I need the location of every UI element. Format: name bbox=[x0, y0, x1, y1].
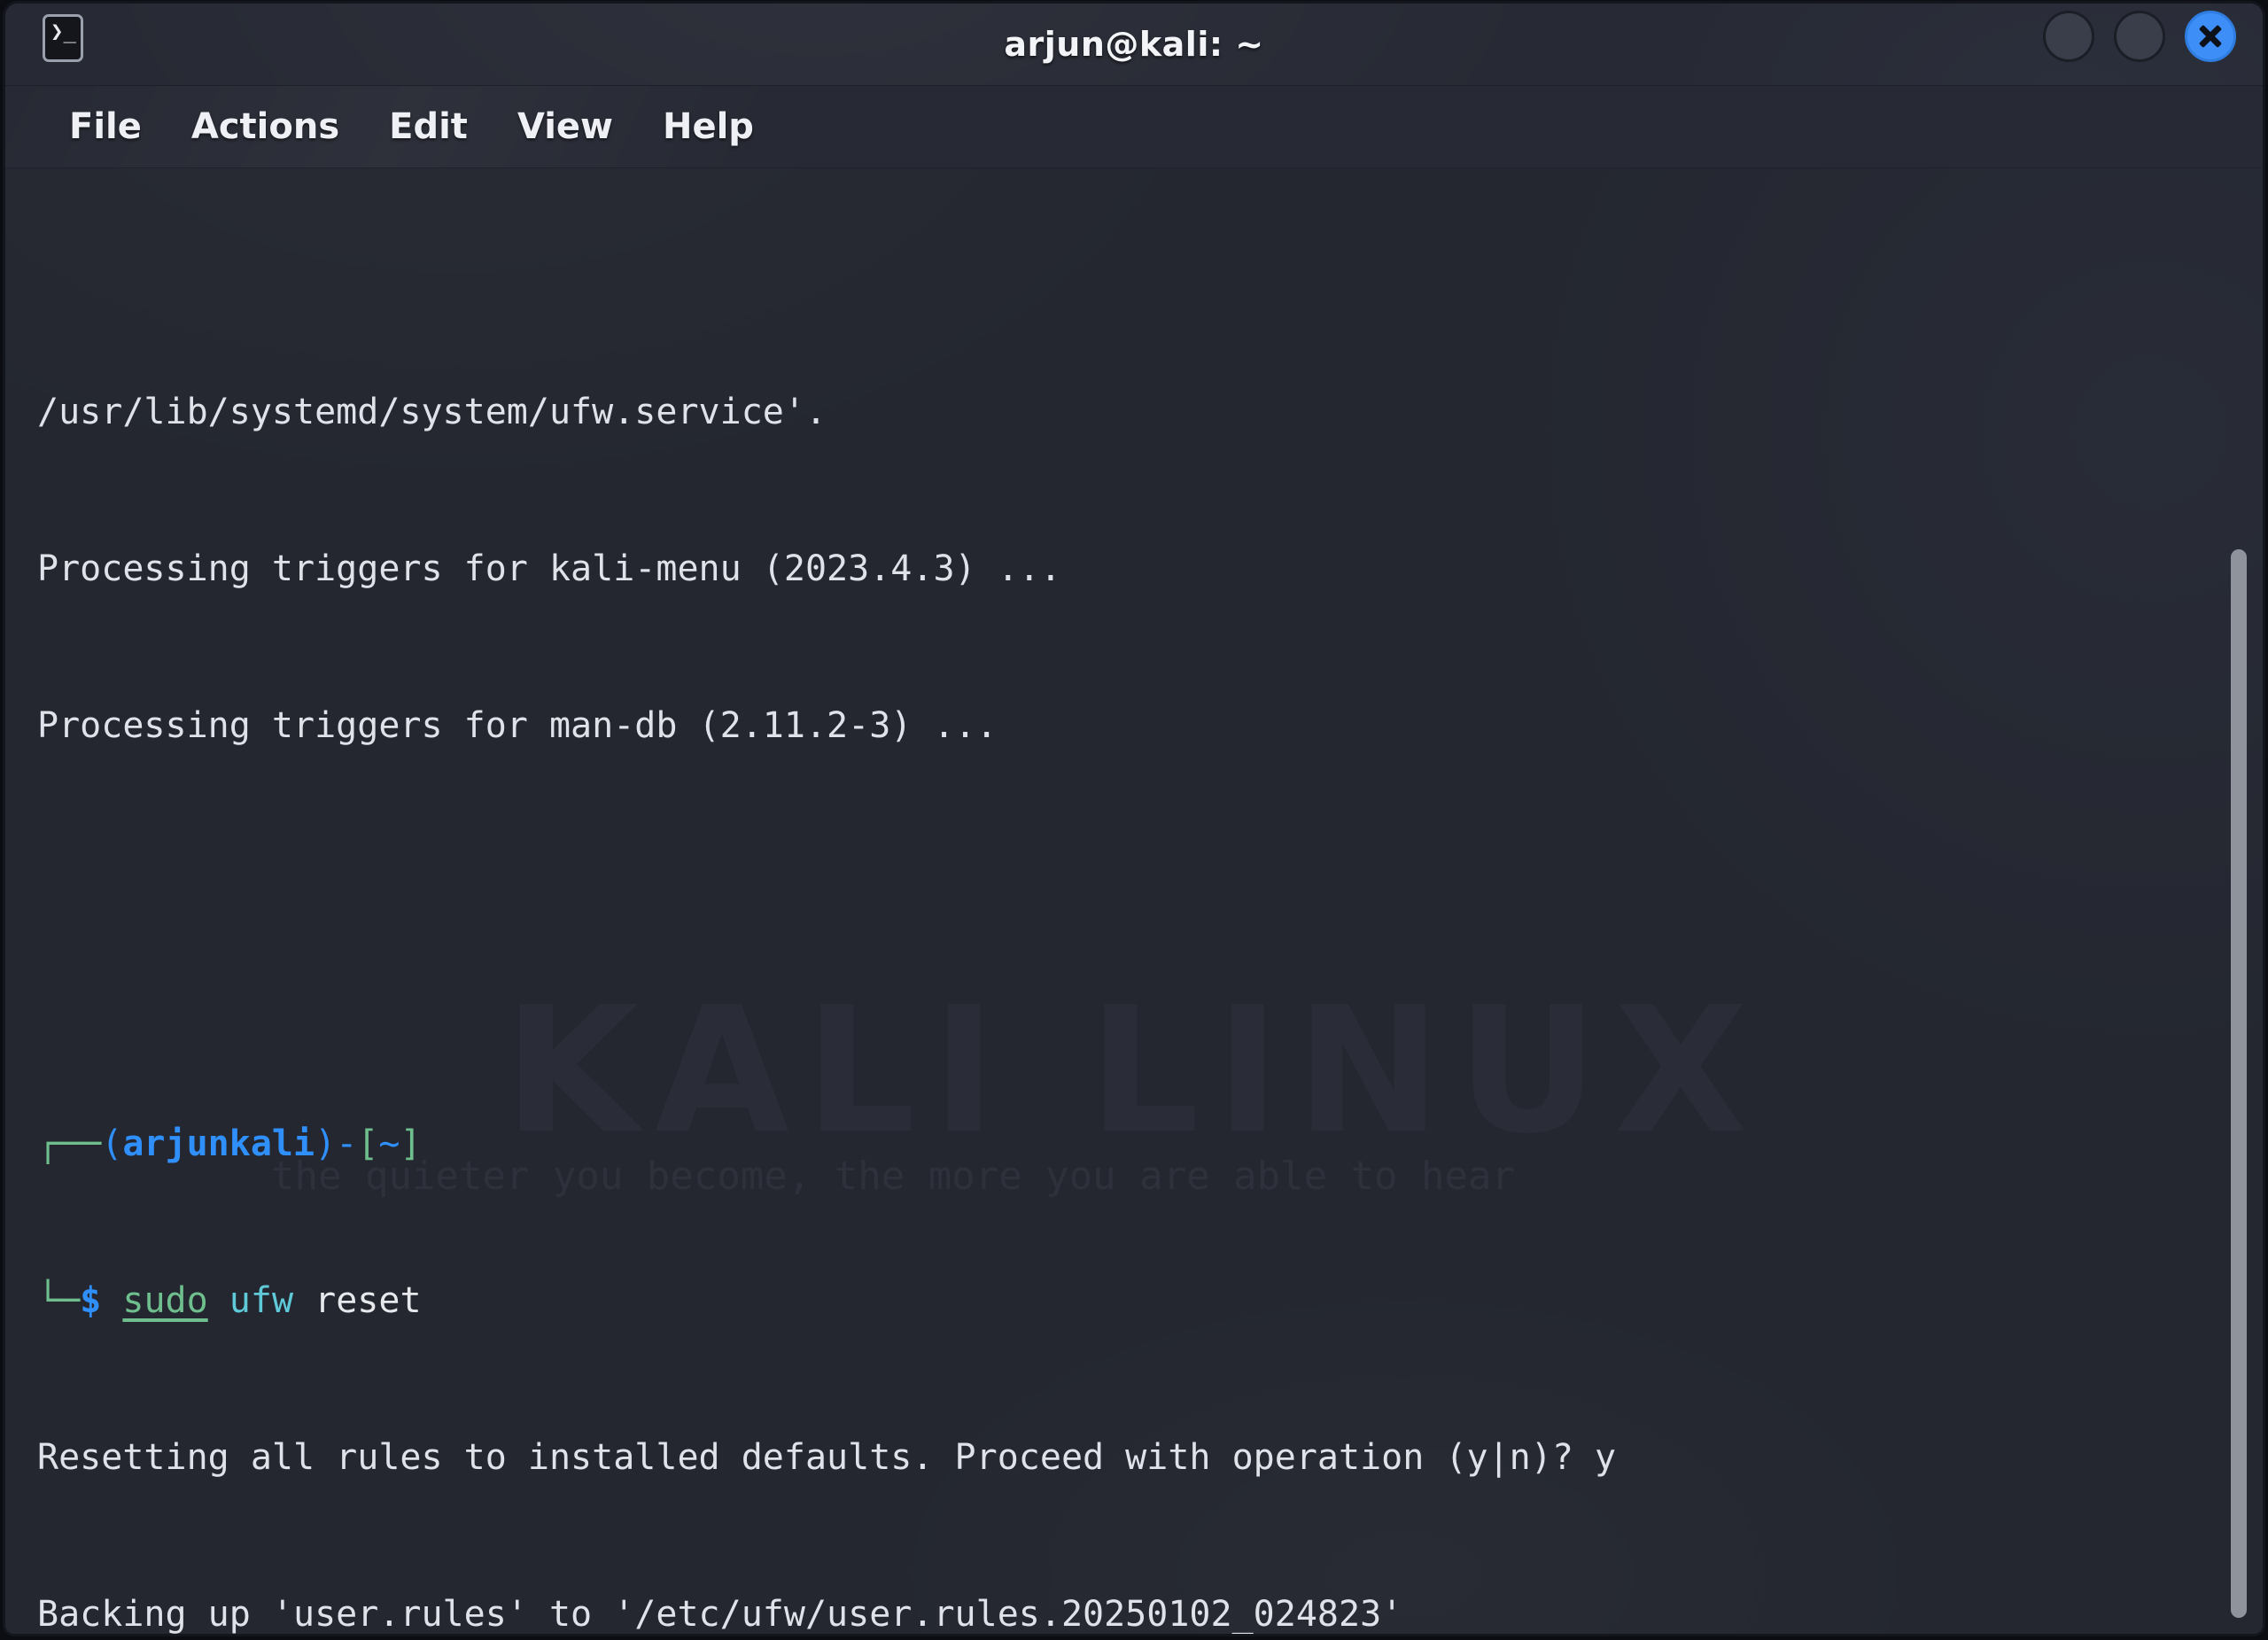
title-bar: ❯_ arjun@kali: ~ bbox=[5, 4, 2263, 86]
menu-item-help[interactable]: Help bbox=[638, 101, 779, 152]
output-line: Processing triggers for kali-menu (2023.… bbox=[37, 543, 2263, 595]
menu-bar: File Actions Edit View Help bbox=[5, 86, 2263, 168]
close-button[interactable] bbox=[2185, 11, 2236, 62]
output-line: Processing triggers for man-db (2.11.2-3… bbox=[37, 700, 2263, 752]
prompt-host: kali bbox=[229, 1123, 315, 1164]
prompt-dollar: $ bbox=[80, 1280, 101, 1321]
menu-item-view[interactable]: View bbox=[493, 101, 638, 152]
prompt-paren-close: ) bbox=[315, 1123, 336, 1164]
prompt-user: arjun bbox=[122, 1123, 229, 1164]
prompt-corner-bottom: └─ bbox=[37, 1280, 80, 1321]
terminal-area[interactable]: KALI LINUX the quieter you become, the m… bbox=[5, 168, 2263, 1634]
terminal-window: ❯_ arjun@kali: ~ File Actions Edit View … bbox=[5, 4, 2263, 1634]
prompt-bracket-close: ] bbox=[400, 1123, 421, 1164]
prompt-dash: - bbox=[336, 1123, 357, 1164]
menu-item-actions[interactable]: Actions bbox=[167, 101, 364, 152]
prompt-line-command: └─$ sudo ufw reset bbox=[37, 1275, 2263, 1327]
command-args: reset bbox=[315, 1280, 421, 1321]
menu-item-file[interactable]: File bbox=[44, 101, 167, 152]
terminal-scrollbar[interactable] bbox=[2224, 168, 2254, 1634]
prompt-path: ~ bbox=[378, 1123, 400, 1164]
window-title: arjun@kali: ~ bbox=[5, 25, 2263, 64]
prompt-paren-open: ( bbox=[101, 1123, 122, 1164]
window-controls bbox=[2043, 11, 2236, 62]
output-line: /usr/lib/systemd/system/ufw.service'. bbox=[37, 386, 2263, 439]
terminal-screen: /usr/lib/systemd/system/ufw.service'. Pr… bbox=[5, 168, 2263, 1634]
command-sudo: sudo bbox=[122, 1280, 207, 1321]
prompt-bracket-open: [ bbox=[357, 1123, 378, 1164]
prompt-corner-top: ┌── bbox=[37, 1123, 101, 1164]
blank-line bbox=[37, 857, 2263, 909]
menu-item-edit[interactable]: Edit bbox=[364, 101, 493, 152]
scrollbar-thumb[interactable] bbox=[2231, 549, 2247, 1618]
output-line: Resetting all rules to installed default… bbox=[37, 1432, 2263, 1484]
prompt-line-top: ┌──(arjun㈟kali)-[~] bbox=[37, 1118, 2263, 1170]
output-line: Backing up 'user.rules' to '/etc/ufw/use… bbox=[37, 1589, 2263, 1634]
minimize-button[interactable] bbox=[2043, 11, 2094, 62]
command-binary: ufw bbox=[229, 1280, 293, 1321]
maximize-button[interactable] bbox=[2114, 11, 2165, 62]
